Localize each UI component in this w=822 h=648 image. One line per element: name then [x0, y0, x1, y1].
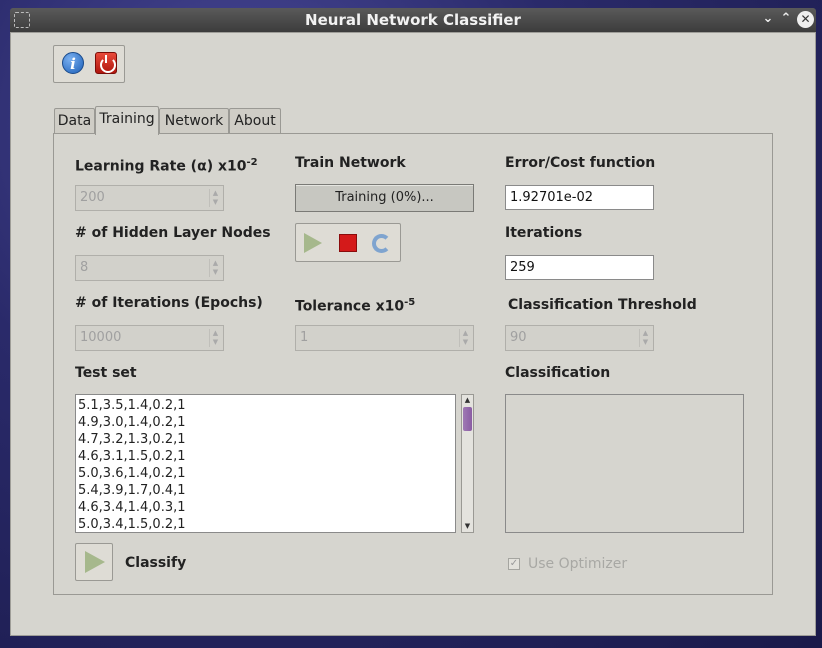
scroll-up-icon[interactable]: ▲: [462, 395, 473, 406]
use-optimizer-label: Use Optimizer: [528, 556, 628, 572]
list-item: 4.6,3.4,1.4,0.3,1: [78, 500, 186, 515]
epochs-spinbox[interactable]: 10000 ▲ ▼: [75, 325, 224, 351]
tab-training[interactable]: Training: [95, 106, 159, 135]
epochs-label: # of Iterations (Epochs): [75, 295, 263, 311]
power-icon[interactable]: [95, 52, 117, 74]
list-item: 4.9,3.0,1.4,0.2,1: [78, 415, 186, 430]
scroll-down-icon[interactable]: ▼: [462, 521, 473, 532]
classification-threshold-spinbox[interactable]: 90 ▲ ▼: [505, 325, 654, 351]
reset-icon[interactable]: [372, 234, 391, 253]
error-cost-label: Error/Cost function: [505, 155, 656, 171]
spin-arrows-icon[interactable]: ▲ ▼: [209, 259, 221, 277]
list-item: 4.7,3.2,1.3,0.2,1: [78, 432, 186, 447]
tab-network[interactable]: Network: [159, 108, 229, 134]
tab-about[interactable]: About: [229, 108, 281, 134]
maximize-icon[interactable]: ⌃: [778, 11, 794, 26]
stop-icon[interactable]: [339, 234, 357, 252]
list-item: 4.6,3.1,1.5,0.2,1: [78, 449, 186, 464]
learning-rate-spinbox[interactable]: 200 ▲ ▼: [75, 185, 224, 211]
test-set-label: Test set: [75, 365, 137, 381]
classification-output[interactable]: [505, 394, 744, 533]
close-icon[interactable]: ✕: [797, 11, 814, 28]
train-network-label: Train Network: [295, 155, 406, 171]
spin-arrows-icon[interactable]: ▲ ▼: [209, 189, 221, 207]
iterations-label: Iterations: [505, 225, 583, 241]
list-item: 5.0,3.6,1.4,0.2,1: [78, 466, 186, 481]
tab-data[interactable]: Data: [54, 108, 95, 134]
spin-arrows-icon[interactable]: ▲ ▼: [459, 329, 471, 347]
classify-label: Classify: [125, 555, 187, 571]
window-title: Neural Network Classifier: [305, 11, 521, 29]
iterations-field[interactable]: 259: [505, 255, 654, 280]
tolerance-spinbox[interactable]: 1 ▲ ▼: [295, 325, 474, 351]
play-icon[interactable]: [304, 233, 322, 253]
spin-arrows-icon[interactable]: ▲ ▼: [639, 329, 651, 347]
info-icon[interactable]: i: [62, 52, 84, 74]
test-set-scrollbar[interactable]: ▲ ▼: [461, 394, 474, 533]
test-set-textarea[interactable]: 5.1,3.5,1.4,0.2,1 4.9,3.0,1.4,0.2,1 4.7,…: [75, 394, 456, 533]
training-progress-bar: Training (0%)...: [295, 184, 474, 212]
spin-arrows-icon[interactable]: ▲ ▼: [209, 329, 221, 347]
list-item: 5.4,3.9,1.7,0.4,1: [78, 483, 186, 498]
list-item: 5.0,3.4,1.5,0.2,1: [78, 517, 186, 532]
classification-label: Classification: [505, 365, 611, 381]
use-optimizer-checkbox[interactable]: ✓: [508, 558, 520, 570]
hidden-nodes-label: # of Hidden Layer Nodes: [75, 225, 271, 241]
learning-rate-label: Learning Rate (α) x10-2: [75, 157, 258, 175]
scroll-thumb[interactable]: [463, 407, 472, 431]
error-cost-field[interactable]: 1.92701e-02: [505, 185, 654, 210]
classification-threshold-label: Classification Threshold: [508, 297, 697, 313]
hidden-nodes-spinbox[interactable]: 8 ▲ ▼: [75, 255, 224, 281]
play-icon[interactable]: [85, 551, 105, 573]
minimize-icon[interactable]: ⌄: [760, 11, 776, 26]
title-bar[interactable]: Neural Network Classifier ⌄ ⌃ ✕: [10, 8, 816, 32]
tolerance-label: Tolerance x10-5: [295, 297, 416, 315]
list-item: 5.1,3.5,1.4,0.2,1: [78, 398, 186, 413]
